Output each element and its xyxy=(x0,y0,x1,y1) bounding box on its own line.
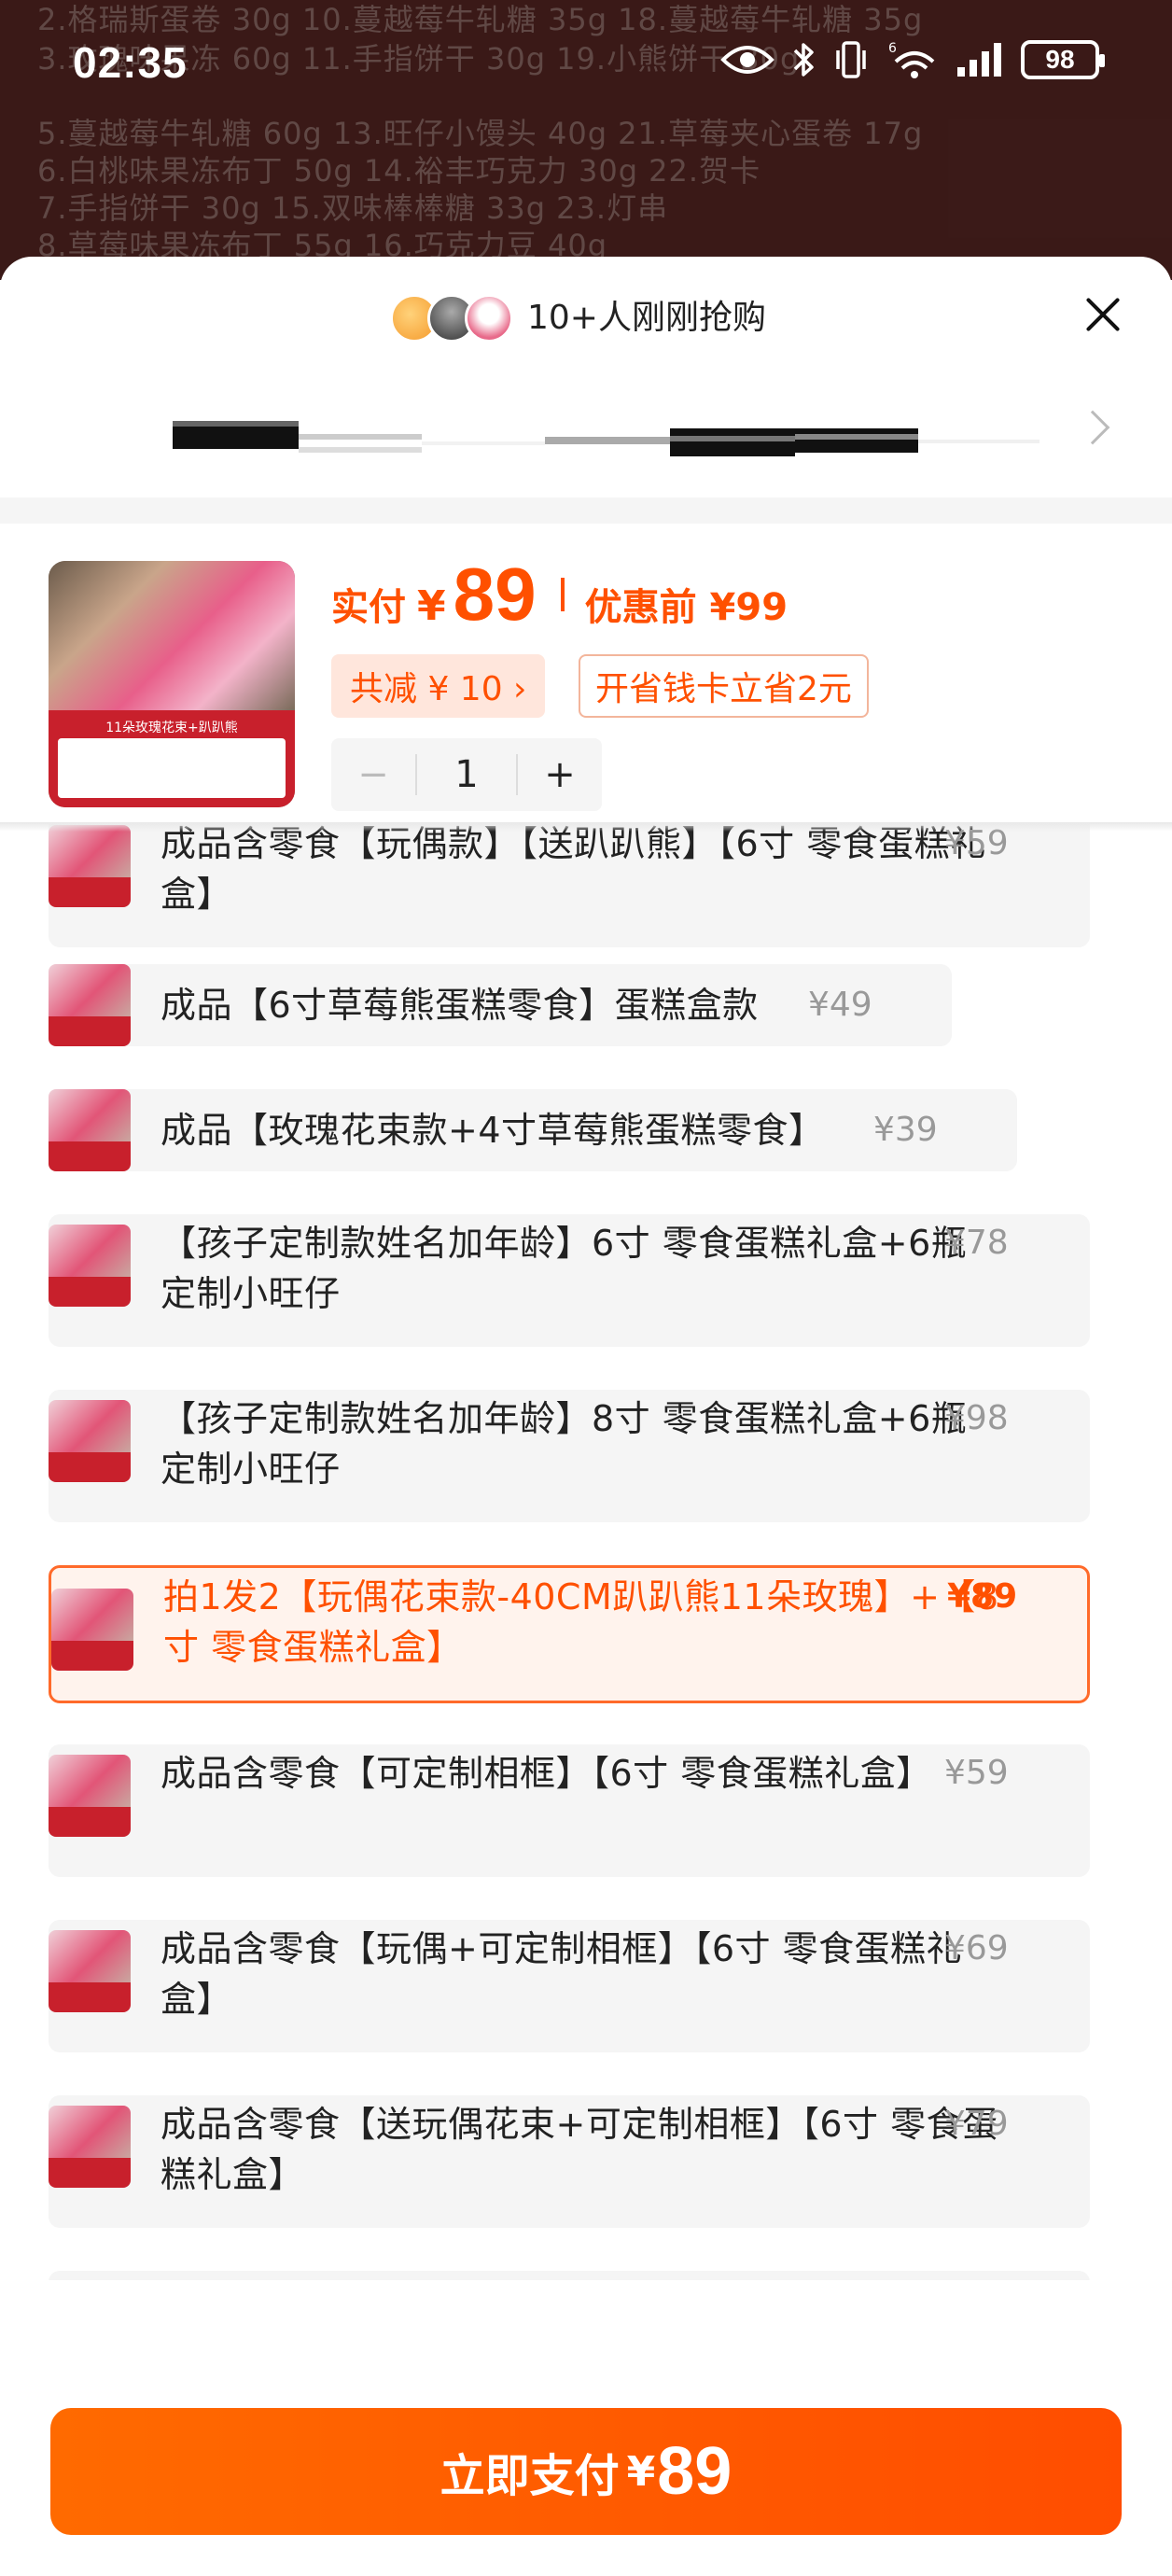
sku-selector-sheet: 10+人刚刚抢购 11朵玫瑰花束+趴趴熊 实付 ¥ 89 优惠前 ¥99 共减 … xyxy=(0,257,1172,2576)
option-thumbnail xyxy=(49,1755,131,1837)
option-price: ¥89 xyxy=(947,1577,1018,1616)
quantity-value[interactable]: 1 xyxy=(415,753,518,796)
option-label: 【孩子定制款姓名加年龄】8寸 零食蛋糕礼盒+6瓶定制小旺仔 xyxy=(160,1398,968,1490)
option-thumbnail xyxy=(49,964,131,1046)
option-thumbnail xyxy=(49,825,131,907)
option-label: 成品含零食【玩偶+可定制相框】【6寸 零食蛋糕礼盒】 xyxy=(160,1928,963,2020)
bluetooth-icon xyxy=(793,43,814,77)
sku-option[interactable]: 成品含零食【送玩偶花束+可定制相框】【6寸 零食蛋糕礼盒】 ¥79 xyxy=(49,2095,1090,2228)
quantity-stepper: − 1 + xyxy=(331,738,602,811)
option-price: ¥39 xyxy=(873,1111,938,1149)
sheet-header: 10+人刚刚抢购 xyxy=(0,257,1172,378)
option-thumbnail xyxy=(49,1930,131,2012)
thumbnail-caption: 11朵玫瑰花束+趴趴熊 xyxy=(105,721,238,735)
sku-option[interactable]: 成品含零食【手持风扇款】【送闺蜜/女朋友】买一送八【6寸 零食蛋糕礼盒】¥69 xyxy=(49,2271,1090,2280)
option-label: 成品含零食【送玩偶花束+可定制相框】【6寸 零食蛋糕礼盒】 xyxy=(160,2104,998,2195)
wifi-icon: 6 xyxy=(888,41,935,78)
avatar xyxy=(465,294,513,343)
decrease-button[interactable]: − xyxy=(331,738,415,811)
increase-button[interactable]: + xyxy=(518,738,602,811)
pay-prefix: 实付 xyxy=(331,586,406,629)
option-label: 【孩子定制款姓名加年龄】6寸 零食蛋糕礼盒+6瓶定制小旺仔 xyxy=(160,1223,968,1314)
option-label: 成品含零食【手持风扇款】【送闺蜜/女朋友】买一送八【6寸 零食蛋糕礼盒】 xyxy=(160,2275,1000,2280)
product-summary: 11朵玫瑰花束+趴趴熊 实付 ¥ 89 优惠前 ¥99 共减 ¥ 10 › 开省… xyxy=(0,524,1172,822)
option-label: 成品含零食【可定制相框】【6寸 零食蛋糕礼盒】 xyxy=(160,1753,932,1794)
product-thumbnail[interactable]: 11朵玫瑰花束+趴趴熊 xyxy=(49,561,295,807)
pay-button-currency: ¥ xyxy=(626,2447,656,2496)
eye-icon xyxy=(720,46,774,74)
option-price: ¥59 xyxy=(944,1754,1009,1792)
sku-option[interactable]: 成品含零食【玩偶款】【送趴趴熊】【6寸 零食蛋糕礼盒】 ¥59 xyxy=(49,824,1090,947)
signal-icon xyxy=(957,43,1001,77)
option-label: 成品【6寸草莓熊蛋糕零食】蛋糕盒款 xyxy=(160,985,759,1026)
sku-option[interactable]: 【孩子定制款姓名加年龄】8寸 零食蛋糕礼盒+6瓶定制小旺仔 ¥98 xyxy=(49,1390,1090,1522)
sku-option[interactable]: 成品含零食【玩偶+可定制相框】【6寸 零食蛋糕礼盒】 ¥69 xyxy=(49,1920,1090,2052)
status-icons: 6 98 xyxy=(720,39,1105,80)
sku-option[interactable]: 【孩子定制款姓名加年龄】6寸 零食蛋糕礼盒+6瓶定制小旺仔 ¥78 xyxy=(49,1214,1090,1347)
sku-option[interactable]: 成品含零食【可定制相框】【6寸 零食蛋糕礼盒】 ¥59 xyxy=(49,1744,1090,1877)
pay-bar: 立即支付 ¥ 89 xyxy=(0,2380,1172,2576)
option-label: 拍1发2【玩偶花束款-40CM趴趴熊11朵玫瑰】+【8寸 零食蛋糕礼盒】 xyxy=(163,1576,999,1668)
close-icon[interactable] xyxy=(1073,285,1133,344)
pay-now-button[interactable]: 立即支付 ¥ 89 xyxy=(50,2408,1122,2535)
option-price: ¥69 xyxy=(944,1929,1009,1967)
sku-option-list[interactable]: 成品含零食【玩偶款】【送趴趴熊】【6寸 零食蛋糕礼盒】 ¥59 成品【6寸草莓熊蛋糕… xyxy=(0,824,1172,2280)
option-price: ¥79 xyxy=(944,2105,1009,2143)
option-thumbnail xyxy=(49,2106,131,2188)
price-line: 实付 ¥ 89 优惠前 ¥99 xyxy=(331,552,788,637)
sku-option[interactable]: 成品【6寸草莓熊蛋糕零食】蛋糕盒款 ¥49 xyxy=(49,964,952,1046)
redacted-strip xyxy=(0,406,1172,481)
sku-option[interactable]: 成品【玫瑰花束款+4寸草莓熊蛋糕零食】 ¥39 xyxy=(49,1089,1017,1171)
pay-button-amount: 89 xyxy=(657,2434,732,2509)
buyer-avatars xyxy=(390,294,513,343)
currency-symbol: ¥ xyxy=(417,582,446,630)
list-top-shadow xyxy=(0,822,1172,832)
battery-icon: 98 xyxy=(1021,40,1105,79)
original-price: 优惠前 ¥99 xyxy=(584,586,788,629)
option-thumbnail xyxy=(49,1089,131,1171)
final-price: 89 xyxy=(453,553,537,636)
redaction-bars xyxy=(173,421,1039,456)
recent-buyers-text: 10+人刚刚抢购 xyxy=(527,299,766,337)
discount-detail-button[interactable]: 共减 ¥ 10 › xyxy=(331,654,546,718)
savings-card-button[interactable]: 开省钱卡立省2元 xyxy=(579,654,869,718)
pay-button-label: 立即支付 xyxy=(440,2450,620,2502)
option-thumbnail xyxy=(51,1589,133,1671)
option-thumbnail xyxy=(49,1400,131,1482)
sku-option[interactable]: 拍1发2【玩偶花束款-40CM趴趴熊11朵玫瑰】+【8寸 零食蛋糕礼盒】 ¥89 xyxy=(49,1565,1090,1703)
option-thumbnail xyxy=(49,1225,131,1307)
svg-text:6: 6 xyxy=(888,41,897,56)
option-price: ¥69 xyxy=(944,2275,1009,2280)
option-price: ¥49 xyxy=(808,986,872,1024)
divider xyxy=(0,497,1172,524)
option-price: ¥78 xyxy=(944,1224,1009,1262)
option-label: 成品【玫瑰花束款+4寸草莓熊蛋糕零食】 xyxy=(160,1110,825,1151)
status-time: 02:35 xyxy=(73,38,188,87)
option-label: 成品含零食【玩偶款】【送趴趴熊】【6寸 零食蛋糕礼盒】 xyxy=(160,824,986,915)
option-price: ¥98 xyxy=(944,1399,1009,1437)
vibrate-icon xyxy=(836,41,866,78)
price-separator xyxy=(560,578,565,611)
status-bar: 02:35 6 98 xyxy=(0,0,1172,131)
